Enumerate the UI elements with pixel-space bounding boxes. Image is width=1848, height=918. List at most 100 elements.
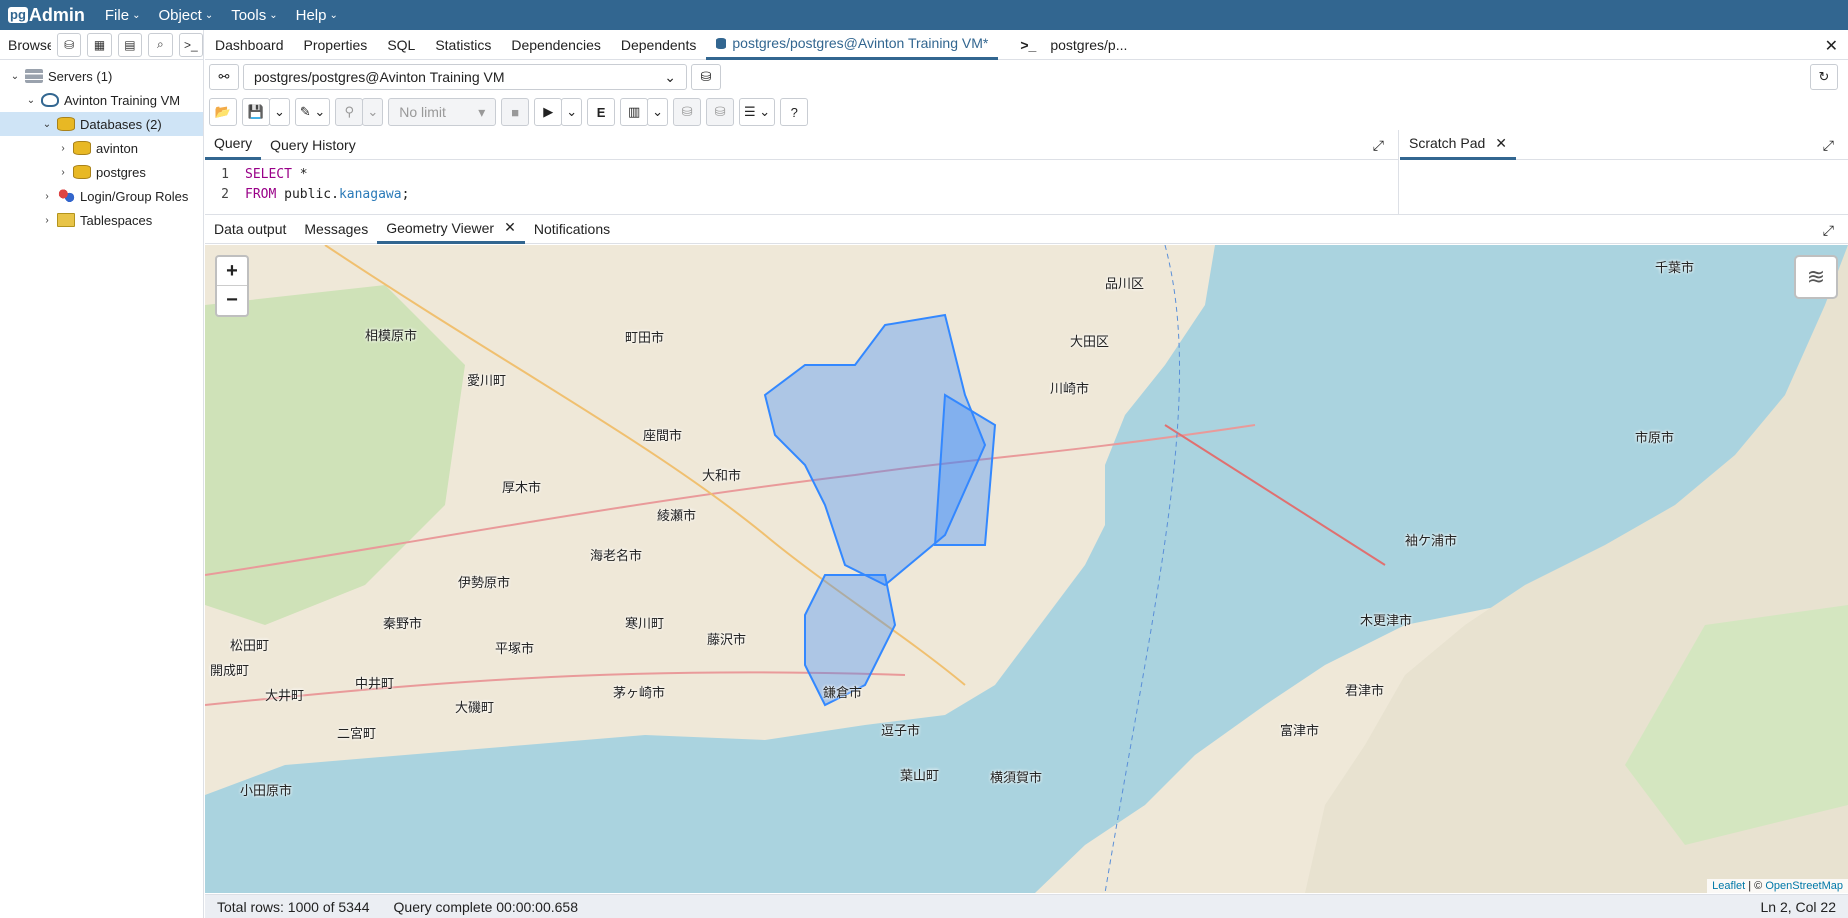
tab-dependents[interactable]: Dependents — [611, 30, 707, 60]
code-token: kanagawa — [338, 186, 402, 202]
line-number: 2 — [221, 186, 229, 202]
tree-item[interactable]: ⌄ Servers (1) — [0, 64, 203, 88]
code-token: SELECT — [245, 166, 292, 182]
folder-icon — [57, 213, 75, 227]
explain-icon[interactable]: E — [587, 98, 616, 126]
tree-item[interactable]: › Tablespaces — [0, 208, 203, 232]
psql-tool-icon[interactable]: >_ — [178, 32, 203, 57]
leaflet-link[interactable]: Leaflet — [1712, 880, 1745, 892]
execute-icon[interactable]: ▶ — [534, 98, 563, 126]
map-place-label: 大井町 — [265, 688, 305, 703]
close-icon[interactable]: ✕ — [504, 219, 516, 236]
osm-link[interactable]: OpenStreetMap — [1765, 880, 1843, 892]
close-icon[interactable]: ✕ — [1495, 135, 1507, 152]
chevron-down-icon[interactable]: ⌄ — [40, 119, 54, 130]
layers-icon[interactable]: ≋ — [1794, 255, 1838, 299]
search-icon[interactable]: ⌕ — [148, 32, 173, 57]
logo-admin: Admin — [28, 4, 85, 25]
connection-status-icon[interactable]: ⚯ — [209, 64, 239, 90]
stop-icon[interactable]: ■ — [501, 98, 530, 126]
tab-messages[interactable]: Messages — [295, 214, 377, 244]
map-place-label: 寒川町 — [625, 616, 665, 631]
geometry-polygon[interactable] — [933, 393, 997, 546]
map-place-label: 平塚市 — [495, 641, 535, 656]
map-place-label: 小田原市 — [240, 783, 293, 798]
edit-icon[interactable]: ✎ ⌄ — [294, 98, 331, 126]
chevron-down-icon[interactable]: ⌄ — [24, 95, 38, 106]
tab-psql-label: postgres/p... — [1050, 36, 1128, 53]
browser-toolbar: Browser ⛁ ▦ ▤ ⌕ >_ — [0, 30, 203, 60]
tree-item[interactable]: ⌄ Databases (2) — [0, 112, 203, 136]
tree-item[interactable]: › avinton — [0, 136, 203, 160]
map-place-label: 君津市 — [1345, 683, 1385, 698]
chevron-right-icon[interactable]: › — [40, 215, 54, 226]
code-token: * — [291, 166, 308, 182]
tab-query-history[interactable]: Query History — [261, 130, 365, 160]
close-icon[interactable]: ✕ — [1825, 36, 1838, 56]
map-place-label: 富津市 — [1280, 723, 1320, 738]
tab-geometry-viewer[interactable]: Geometry Viewer ✕ — [377, 214, 525, 244]
tab-properties[interactable]: Properties — [294, 30, 378, 60]
connection-bar: ⚯ postgres/postgres@Avinton Training VM … — [205, 60, 1848, 94]
tab-query[interactable]: Query — [205, 130, 262, 160]
tree-item-label: Databases (2) — [80, 116, 162, 132]
open-file-icon[interactable]: 📂 — [209, 98, 237, 126]
filter-table-icon[interactable]: ▤ — [117, 32, 143, 57]
chevron-down-icon[interactable]: ⌄ — [8, 71, 22, 82]
tree-item[interactable]: › Login/Group Roles — [0, 184, 203, 208]
connection-select[interactable]: postgres/postgres@Avinton Training VM ⌄ — [243, 64, 687, 90]
browser-tree: ⌄ Servers (1) ⌄ Avinton Training VM ⌄ Databas… — [0, 60, 203, 232]
tab-data-output[interactable]: Data output — [205, 214, 295, 244]
save-options-chevron-icon[interactable]: ⌄ — [269, 98, 290, 126]
macros-icon[interactable]: ☰ ⌄ — [739, 98, 776, 126]
menu-help[interactable]: Help ⌄ — [296, 7, 338, 24]
refresh-icon[interactable]: ↻ — [1810, 64, 1838, 90]
status-bar: Total rows: 1000 of 5344 Query complete … — [205, 894, 1848, 918]
new-connection-icon[interactable]: ⛁ — [691, 64, 721, 90]
save-file-icon[interactable]: 💾 — [242, 98, 270, 126]
tree-item[interactable]: ⌄ Avinton Training VM — [0, 88, 203, 112]
tab-sql[interactable]: SQL — [377, 30, 425, 60]
row-limit-select[interactable]: No limit ▾ — [388, 98, 497, 126]
tab-statistics[interactable]: Statistics — [425, 30, 501, 60]
commit-icon[interactable]: ⛁ — [673, 98, 702, 126]
tree-item-label: Tablespaces — [80, 212, 153, 228]
code-line: 1 SELECT * — [205, 164, 1398, 184]
explain-analyze-icon[interactable]: ▥ — [620, 98, 649, 126]
filter-options-chevron-icon[interactable]: ⌄ — [362, 98, 384, 126]
menu-file[interactable]: File ⌄ — [105, 7, 141, 24]
menu-object[interactable]: Object ⌄ — [158, 7, 213, 24]
chevron-right-icon[interactable]: › — [56, 167, 70, 178]
connection-select-value: postgres/postgres@Avinton Training VM — [254, 69, 505, 85]
table-view-icon[interactable]: ▦ — [87, 32, 112, 57]
rollback-icon[interactable]: ⛁ — [706, 98, 735, 126]
tab-dependencies[interactable]: Dependencies — [501, 30, 611, 60]
tree-item[interactable]: › postgres — [0, 160, 203, 184]
pgadmin-logo: pg Admin — [8, 5, 85, 26]
geometry-map[interactable]: 相模原市 町田市 品川区 大田区 千葉市 川崎市 座間市 大和市 厚木市 綾瀬市 海老名市 伊勢原市秦… — [205, 245, 1848, 893]
sql-editor[interactable]: 1 SELECT * 2 FROM public. kanagawa; — [205, 160, 1398, 204]
execute-options-chevron-icon[interactable]: ⌄ — [561, 98, 583, 126]
elephant-icon — [41, 93, 59, 107]
zoom-in-button[interactable]: + — [217, 257, 247, 286]
chevron-right-icon[interactable]: › — [40, 191, 54, 202]
query-tool-icon[interactable]: ⛁ — [56, 32, 82, 57]
zoom-out-button[interactable]: − — [217, 286, 247, 315]
tab-dashboard[interactable]: Dashboard — [205, 30, 294, 60]
menu-file-label: File — [104, 6, 130, 24]
expand-icon[interactable]: ⤢ — [1823, 137, 1834, 154]
tab-scratch-pad[interactable]: Scratch Pad ✕ — [1400, 130, 1516, 160]
tab-query-tool[interactable]: postgres/postgres@Avinton Training VM* — [706, 30, 999, 60]
tab-notifications[interactable]: Notifications — [525, 214, 619, 244]
menu-tools[interactable]: Tools ⌄ — [231, 7, 277, 24]
help-icon[interactable]: ? — [780, 98, 809, 126]
code-token: ; — [401, 186, 410, 202]
chevron-right-icon[interactable]: › — [56, 143, 70, 154]
object-browser: Browser ⛁ ▦ ▤ ⌕ >_ ⌄ Servers (1) ⌄ Avinton … — [0, 30, 204, 918]
expand-icon[interactable]: ⤢ — [1823, 222, 1834, 239]
filter-icon[interactable]: ⚲ — [335, 98, 364, 126]
explain-options-chevron-icon[interactable]: ⌄ — [647, 98, 669, 126]
expand-icon[interactable]: ⤢ — [1373, 137, 1384, 154]
map-place-label: 品川区 — [1105, 276, 1145, 291]
tab-psql[interactable]: >_ postgres/p... — [1010, 30, 1137, 60]
